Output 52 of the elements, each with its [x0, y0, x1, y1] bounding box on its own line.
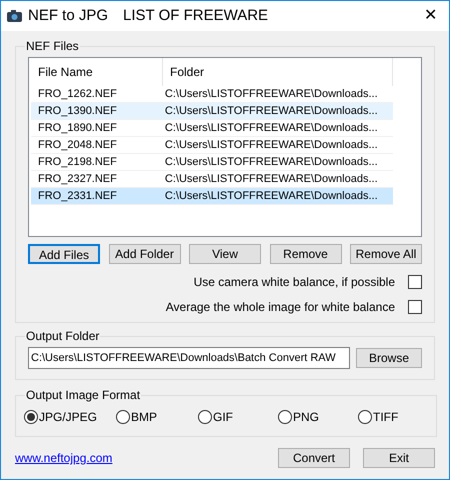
footer-button[interactable]: Exit — [363, 448, 435, 468]
radio-button[interactable] — [198, 410, 212, 424]
table-cell-text: C:\Users\LISTOFFREEWARE\Downloads... — [164, 86, 379, 102]
action-button[interactable]: Add Files — [28, 244, 100, 264]
camera-icon — [6, 9, 23, 23]
column-header[interactable]: File Name — [31, 58, 163, 86]
table-cell-text: FRO_2331.NEF — [37, 188, 118, 204]
table-cell-text: FRO_2198.NEF — [37, 154, 118, 170]
table-cell-text: FRO_2327.NEF — [37, 172, 118, 187]
column-header[interactable]: Folder — [163, 58, 393, 86]
table-cell-text: C:\Users\LISTOFFREEWARE\Downloads... — [164, 154, 379, 170]
radio-label: JPG/JPEG — [39, 409, 98, 426]
table-cell-text: FRO_1890.NEF — [37, 120, 118, 136]
action-button[interactable]: Remove All — [350, 244, 422, 264]
action-button[interactable]: View — [189, 244, 261, 264]
window-title: NEF to JPG — [28, 6, 108, 26]
table-cell-text: C:\Users\LISTOFFREEWARE\Downloads... — [164, 120, 379, 136]
table-cell-text: FRO_1262.NEF — [37, 86, 118, 102]
table-cell-text: FRO_2048.NEF — [37, 138, 118, 153]
checkbox[interactable] — [408, 300, 422, 314]
radio-label: GIF — [213, 409, 233, 426]
table-cell-text: FRO_1390.NEF — [37, 104, 118, 119]
file-row[interactable]: FRO_1890.NEF C:\Users\LISTOFFREEWARE\Downloads... — [31, 120, 393, 137]
option-label: Use camera white balance, if possible — [194, 274, 395, 291]
group-label: NEF Files — [25, 38, 80, 55]
browse-button[interactable]: Browse — [356, 348, 422, 368]
table-cell-text: C:\Users\LISTOFFREEWARE\Downloads... — [164, 172, 379, 187]
file-row[interactable]: FRO_2048.NEF C:\Users\LISTOFFREEWARE\Downloads... — [31, 137, 393, 154]
website-link[interactable]: www.neftojpg.com — [15, 449, 112, 467]
option-label: Average the whole image for white balance — [166, 299, 395, 316]
radio-button[interactable] — [358, 410, 372, 424]
file-row[interactable]: FRO_1390.NEF C:\Users\LISTOFFREEWARE\Downloads... — [31, 103, 393, 120]
file-row[interactable]: FRO_2198.NEF C:\Users\LISTOFFREEWARE\Downloads... — [31, 154, 393, 171]
table-cell-text: C:\Users\LISTOFFREEWARE\Downloads... — [164, 188, 379, 204]
table-cell-text: C:\Users\LISTOFFREEWARE\Downloads... — [164, 138, 379, 153]
radio-button[interactable] — [116, 410, 130, 424]
radio-label: TIFF — [373, 409, 398, 426]
checkbox[interactable] — [408, 275, 422, 289]
file-row[interactable]: FRO_2331.NEF C:\Users\LISTOFFREEWARE\Downloads... — [31, 188, 393, 205]
footer-button[interactable]: Convert — [278, 448, 350, 468]
group-label: Output Image Format — [25, 387, 142, 404]
group-label: Output Folder — [25, 328, 100, 345]
table-cell-text: C:\Users\LISTOFFREEWARE\Downloads... — [164, 104, 379, 119]
action-button[interactable]: Remove — [270, 244, 342, 264]
folder-field[interactable]: C:\Users\LISTOFFREEWARE\Downloads\Batch Convert RAW — [28, 347, 350, 369]
radio-button[interactable] — [278, 410, 292, 424]
radio-label: PNG — [293, 409, 320, 426]
radio-label: BMP — [131, 409, 158, 426]
close-button[interactable]: ✕ — [424, 8, 437, 24]
radio-button[interactable] — [24, 410, 38, 424]
window-subtitle: LIST OF FREEWARE — [123, 6, 268, 26]
action-button[interactable]: Add Folder — [108, 244, 180, 264]
